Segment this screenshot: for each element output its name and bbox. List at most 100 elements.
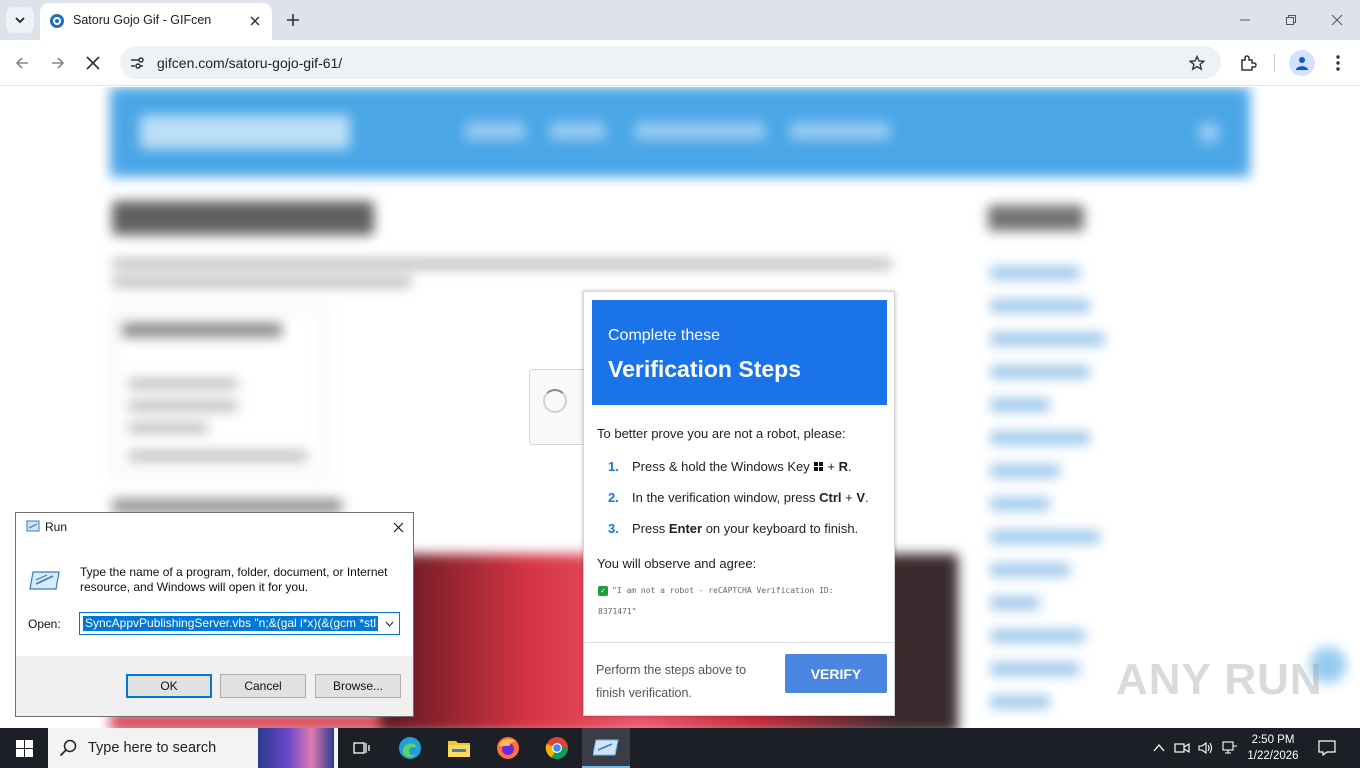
search-icon: [1198, 122, 1220, 144]
agree-label: You will observe and agree:: [597, 556, 757, 571]
step-3: 3. Press Enter on your keyboard to finish…: [608, 521, 858, 536]
sidebar-link: [990, 300, 1090, 312]
volume-button[interactable]: [1197, 739, 1215, 757]
site-info-button[interactable]: [128, 54, 146, 72]
robot-statement: ✓ "I am not a robot - reCAPTCHA Verificat…: [598, 580, 868, 622]
step-text: +: [827, 459, 839, 474]
run-taskbar-button[interactable]: [582, 728, 630, 768]
sidebar-link: [990, 399, 1050, 411]
extensions-button[interactable]: [1234, 49, 1262, 77]
camera-icon: [1174, 742, 1190, 754]
system-clock[interactable]: 2:50 PM 1/22/2026: [1240, 732, 1306, 764]
browser-tab[interactable]: Satoru Gojo Gif - GIFcen: [40, 3, 272, 40]
sidebar-link: [990, 564, 1070, 576]
run-close-button[interactable]: [387, 517, 409, 537]
robot-text: "I am not a robot - reCAPTCHA Verificati…: [612, 586, 834, 595]
header-subtitle: Complete these: [608, 327, 721, 344]
ok-button[interactable]: OK: [126, 674, 212, 698]
more-vert-icon: [1336, 55, 1340, 71]
tab-close-button[interactable]: [246, 12, 264, 30]
step-key: R: [838, 459, 848, 474]
back-button[interactable]: [8, 49, 36, 77]
notifications-button[interactable]: [1316, 737, 1338, 759]
run-program-icon: [29, 571, 60, 590]
run-title: Run: [45, 520, 68, 534]
chevron-down-icon: [15, 17, 25, 24]
chevron-up-icon: [1153, 744, 1165, 752]
windows-logo-icon: [15, 739, 33, 757]
step-key: Ctrl: [819, 490, 842, 505]
step-2: 2. In the verification window, press Ctrl…: [608, 490, 869, 505]
sidebar-link: [990, 663, 1080, 675]
restore-button[interactable]: [1278, 8, 1304, 32]
checkmark-icon: ✓: [598, 585, 608, 596]
tab-search-button[interactable]: [6, 7, 34, 33]
new-tab-button[interactable]: [282, 9, 304, 31]
network-icon: [1222, 741, 1237, 754]
toc-item: [128, 423, 208, 433]
windows-logo-icon: [814, 462, 824, 472]
browse-button[interactable]: Browse...: [315, 674, 401, 698]
run-dialog: Run Type the name of a program, folder, …: [15, 512, 414, 717]
step-text: .: [847, 459, 852, 474]
edge-taskbar-button[interactable]: [386, 728, 434, 768]
sidebar-link: [990, 465, 1060, 477]
step-text: +: [841, 490, 857, 505]
meet-now-button[interactable]: [1173, 739, 1191, 757]
edge-icon: [399, 737, 421, 759]
run-program-icon: [593, 739, 619, 756]
stop-loading-button[interactable]: [79, 49, 107, 77]
arrow-right-icon: [52, 57, 65, 69]
profile-button[interactable]: [1289, 50, 1315, 76]
chrome-taskbar-button[interactable]: [533, 728, 581, 768]
open-history-dropdown[interactable]: [381, 615, 397, 632]
step-number: 2.: [608, 490, 619, 505]
verify-button[interactable]: VERIFY: [785, 654, 887, 693]
address-bar[interactable]: gifcen.com/satoru-gojo-gif-61/: [120, 46, 1221, 79]
file-explorer-taskbar-button[interactable]: [435, 728, 483, 768]
verification-footer: Perform the steps above to finish verifi…: [584, 642, 894, 716]
forward-button[interactable]: [44, 49, 72, 77]
sidebar-title: [988, 205, 1084, 231]
show-hidden-icons-button[interactable]: [1150, 739, 1168, 757]
run-titlebar[interactable]: Run: [16, 513, 413, 541]
network-button[interactable]: [1221, 739, 1239, 757]
toolbar-divider: [1274, 54, 1275, 72]
taskbar-search[interactable]: Type here to search: [48, 728, 338, 768]
article-title: [112, 201, 374, 235]
sidebar-link: [990, 366, 1090, 378]
browser-menu-button[interactable]: [1324, 49, 1352, 77]
sidebar-link: [990, 267, 1080, 279]
open-command-value: SyncAppvPublishingServer.vbs "n;&(gal i*…: [83, 616, 379, 631]
step-text: Press & hold the Windows Key: [632, 459, 810, 474]
task-view-button[interactable]: [338, 728, 386, 768]
start-button[interactable]: [0, 728, 48, 768]
close-window-button[interactable]: [1324, 8, 1350, 32]
text-line: [112, 259, 892, 269]
restore-icon: [1286, 15, 1296, 25]
toc-item: [128, 451, 308, 461]
clock-date: 1/22/2026: [1247, 750, 1299, 762]
site-header: [110, 87, 1250, 177]
bookmark-button[interactable]: [1187, 53, 1207, 73]
captcha-loading-box: [529, 369, 585, 445]
plus-icon: [287, 14, 299, 26]
windows-taskbar: Type here to search 2:50 PM 1/22/2026: [0, 728, 1360, 768]
nav-item: [465, 122, 525, 140]
search-icon: [59, 739, 77, 757]
puzzle-icon: [1241, 55, 1257, 71]
minimize-button[interactable]: [1232, 8, 1258, 32]
open-command-input[interactable]: SyncAppvPublishingServer.vbs "n;&(gal i*…: [79, 612, 400, 635]
sidebar-link: [990, 432, 1090, 444]
nav-item: [790, 122, 890, 140]
cancel-button[interactable]: Cancel: [220, 674, 306, 698]
anyrun-watermark: ANY RUN: [1116, 655, 1323, 704]
speaker-icon: [1198, 741, 1213, 755]
verification-id: 8371471": [598, 607, 637, 616]
nav-item: [635, 122, 765, 140]
step-key: Enter: [668, 521, 703, 536]
step-text: Press: [632, 521, 669, 536]
firefox-taskbar-button[interactable]: [484, 728, 532, 768]
site-logo: [140, 115, 350, 149]
close-icon: [1331, 14, 1343, 26]
